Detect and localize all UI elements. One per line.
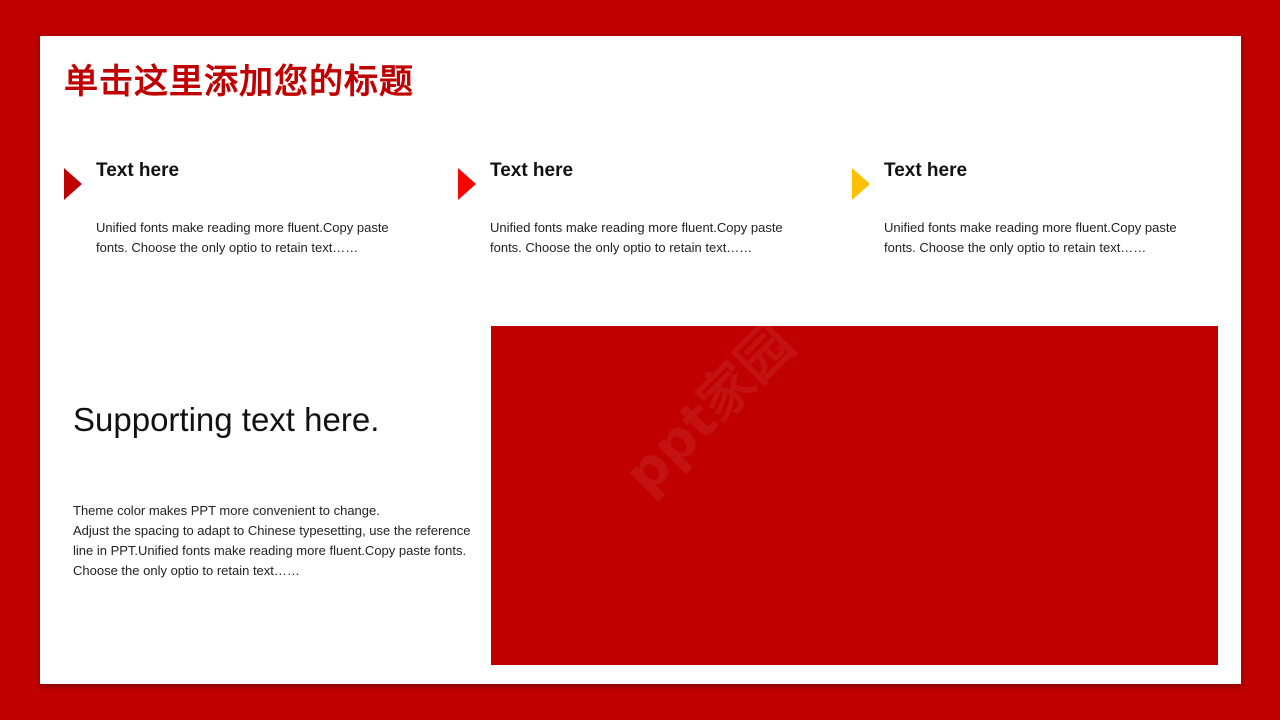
supporting-line: Theme color makes PPT more convenient to…: [73, 503, 380, 518]
play-arrow-icon: [852, 168, 870, 200]
supporting-title: Supporting text here.: [73, 401, 380, 438]
feature-heading: Text here: [490, 160, 574, 181]
slide-title: 单击这里添加您的标题: [64, 62, 414, 102]
play-arrow-icon: [458, 168, 476, 200]
feature-body: Unified fonts make reading more fluent.C…: [490, 220, 783, 255]
feature-heading: Text here: [884, 160, 968, 181]
supporting-body: Theme color makes PPT more convenient to…: [73, 501, 481, 581]
play-arrow-icon: [64, 168, 82, 200]
feature-body: Unified fonts make reading more fluent.C…: [96, 220, 389, 255]
feature-heading: Text here: [96, 160, 180, 181]
image-placeholder-block: [491, 326, 1218, 665]
slide-canvas: 单击这里添加您的标题 Text here Unified fonts make …: [40, 36, 1241, 684]
feature-body: Unified fonts make reading more fluent.C…: [884, 220, 1177, 255]
supporting-line: Adjust the spacing to adapt to Chinese t…: [73, 523, 471, 578]
